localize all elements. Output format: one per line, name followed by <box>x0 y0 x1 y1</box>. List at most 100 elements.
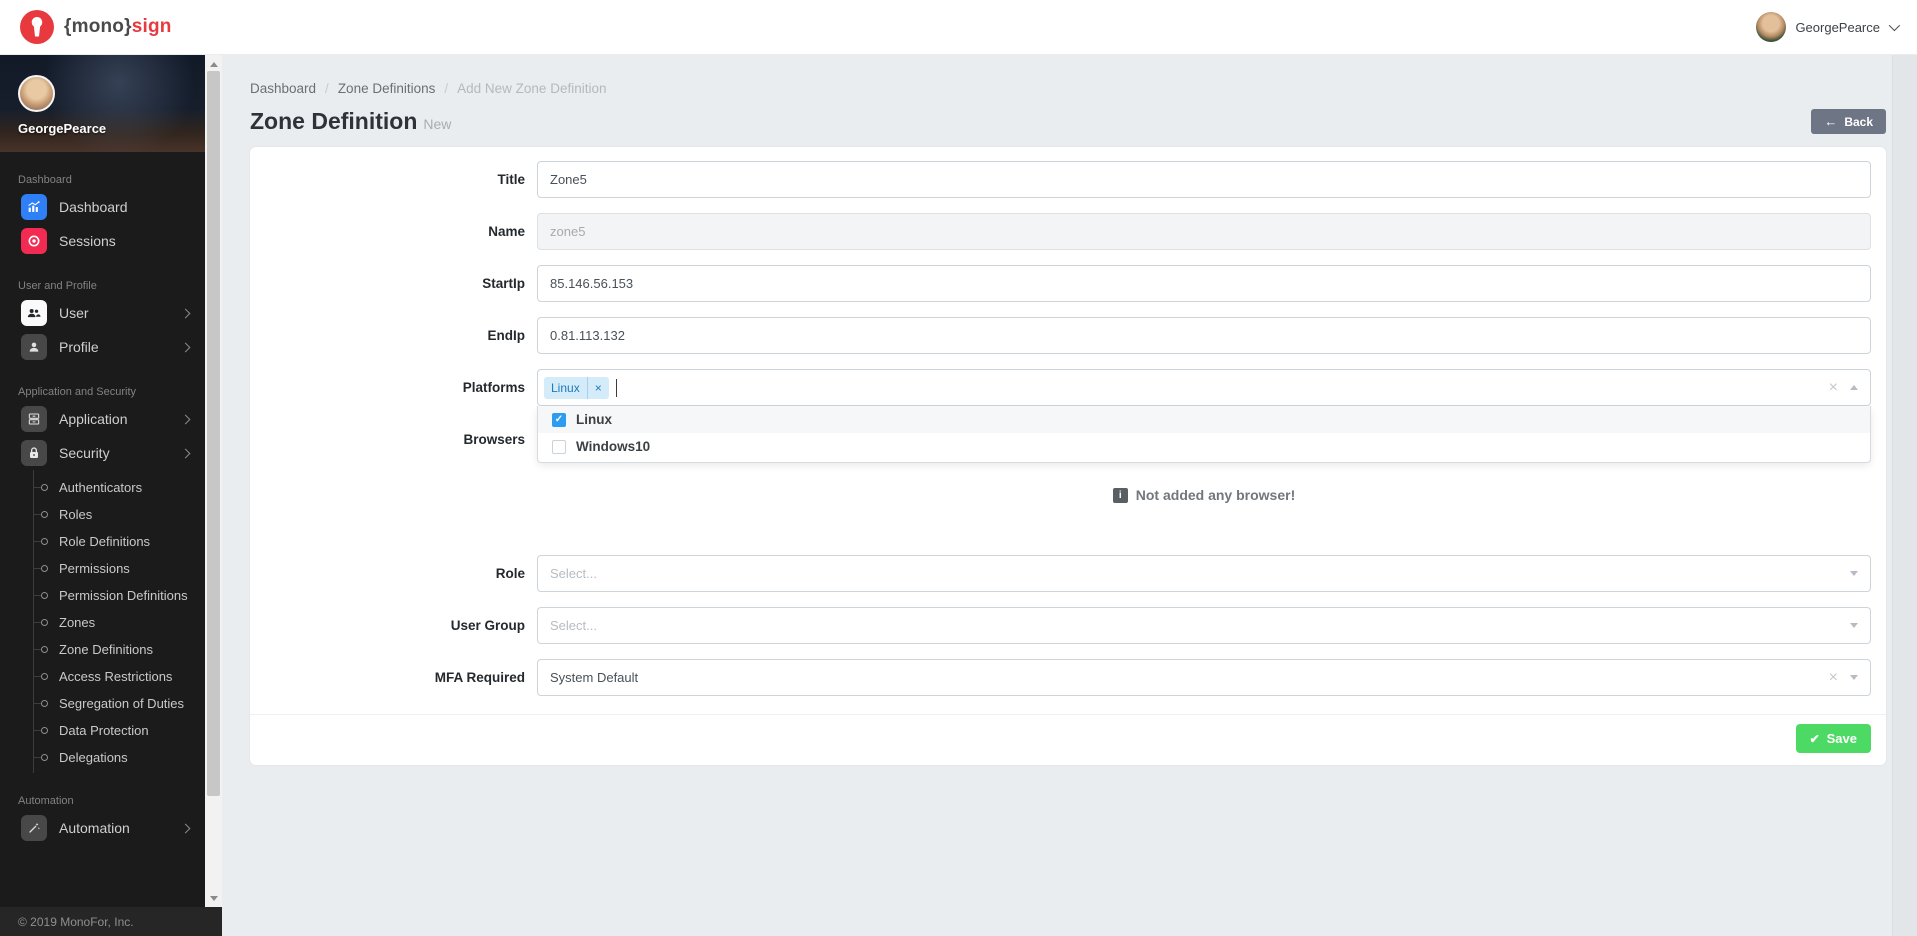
sidebar-item-automation[interactable]: Automation <box>0 811 205 845</box>
sidebar-item-label: User <box>59 305 182 321</box>
main-content: Dashboard Zone Definitions Add New Zone … <box>222 55 1892 936</box>
chevron-right-icon <box>181 823 191 833</box>
brand-sign: sign <box>132 16 172 37</box>
no-browser-message: Not added any browser! <box>1113 487 1295 503</box>
sidebar-item-security[interactable]: Security <box>0 436 205 470</box>
sidebar-item-permissions[interactable]: Permissions <box>34 555 205 582</box>
sidebar-item-authenticators[interactable]: Authenticators <box>34 474 205 501</box>
brand-mono: {mono} <box>64 16 132 37</box>
profile-name: GeorgePearce <box>18 121 205 136</box>
sessions-icon <box>21 228 47 254</box>
dashboard-icon <box>21 194 47 220</box>
chevron-right-icon <box>181 448 191 458</box>
sidebar-item-sessions[interactable]: Sessions <box>0 224 205 258</box>
checkbox-unchecked-icon[interactable] <box>552 440 566 454</box>
form-row-endip: EndIp <box>250 317 1886 354</box>
sidebar-item-zones[interactable]: Zones <box>34 609 205 636</box>
section-user-profile: User and Profile <box>18 280 205 292</box>
scroll-up-arrow-icon[interactable] <box>205 57 222 71</box>
role-label: Role <box>250 555 537 592</box>
brand-text: {mono}sign <box>64 16 172 38</box>
application-icon <box>21 406 47 432</box>
breadcrumb-dashboard[interactable]: Dashboard <box>250 81 316 96</box>
sidebar-item-application[interactable]: Application <box>0 402 205 436</box>
card-footer: Save <box>250 714 1886 765</box>
save-button[interactable]: Save <box>1796 724 1871 753</box>
sidebar-item-user[interactable]: User <box>0 296 205 330</box>
platform-tag-linux: Linux <box>544 377 609 399</box>
mfa-select[interactable]: System Default <box>537 659 1871 696</box>
no-browser-message-text: Not added any browser! <box>1136 487 1295 503</box>
startip-input[interactable] <box>537 265 1871 302</box>
save-button-label: Save <box>1827 731 1857 746</box>
sidebar-item-label: Profile <box>59 339 182 355</box>
breadcrumb-separator-icon <box>444 81 448 96</box>
role-select[interactable]: Select... <box>537 555 1871 592</box>
clear-icon[interactable] <box>1829 380 1838 396</box>
platforms-dropdown: Linux Windows10 <box>537 406 1871 463</box>
caret-down-icon <box>1850 571 1858 576</box>
user-group-select[interactable]: Select... <box>537 607 1871 644</box>
page-title-text: Zone Definition <box>250 108 417 134</box>
option-label: Windows10 <box>576 439 650 454</box>
scroll-down-arrow-icon[interactable] <box>205 891 222 905</box>
user-name: GeorgePearce <box>1795 20 1880 35</box>
form-row-user-group: User Group Select... <box>250 607 1886 644</box>
sidebar-item-label: Application <box>59 411 182 427</box>
title-input[interactable] <box>537 161 1871 198</box>
user-menu[interactable]: GeorgePearce <box>1756 12 1897 42</box>
profile-avatar <box>18 75 55 112</box>
caret-up-icon <box>1850 385 1858 390</box>
sidebar-item-label: Security <box>59 445 182 461</box>
breadcrumb-zone-definitions[interactable]: Zone Definitions <box>338 81 436 96</box>
clear-icon[interactable] <box>1829 670 1838 686</box>
breadcrumb-current: Add New Zone Definition <box>457 81 606 96</box>
chevron-right-icon <box>181 342 191 352</box>
back-arrow-icon <box>1824 114 1837 129</box>
section-automation: Automation <box>18 795 205 807</box>
checkbox-checked-icon[interactable] <box>552 413 566 427</box>
platforms-multiselect[interactable]: Linux <box>537 369 1871 406</box>
role-placeholder: Select... <box>550 566 597 581</box>
breadcrumb-separator-icon <box>325 81 329 96</box>
page-scrollbar[interactable] <box>1892 55 1917 936</box>
breadcrumb: Dashboard Zone Definitions Add New Zone … <box>250 81 1889 96</box>
startip-label: StartIp <box>250 265 537 302</box>
sidebar-item-label: Sessions <box>59 233 189 249</box>
form-row-startip: StartIp <box>250 265 1886 302</box>
sidebar-item-role-definitions[interactable]: Role Definitions <box>34 528 205 555</box>
endip-input[interactable] <box>537 317 1871 354</box>
option-label: Linux <box>576 412 612 427</box>
sidebar-scrollbar[interactable] <box>205 55 222 907</box>
automation-wand-icon <box>21 815 47 841</box>
back-button[interactable]: Back <box>1811 109 1886 134</box>
text-cursor <box>616 379 617 397</box>
sidebar-item-access-restrictions[interactable]: Access Restrictions <box>34 663 205 690</box>
platforms-option-linux[interactable]: Linux <box>538 406 1870 433</box>
name-label: Name <box>250 213 537 250</box>
title-row: Zone DefinitionNew Back <box>250 108 1889 135</box>
form-row-role: Role Select... <box>250 555 1886 592</box>
sidebar-scrollbar-thumb[interactable] <box>207 71 220 796</box>
sidebar-item-data-protection[interactable]: Data Protection <box>34 717 205 744</box>
sidebar-item-roles[interactable]: Roles <box>34 501 205 528</box>
profile-icon <box>21 334 47 360</box>
sidebar-item-permission-definitions[interactable]: Permission Definitions <box>34 582 205 609</box>
sidebar-footer: © 2019 MonoFor, Inc. <box>0 907 222 936</box>
sidebar-item-dashboard[interactable]: Dashboard <box>0 190 205 224</box>
platforms-option-windows10[interactable]: Windows10 <box>538 433 1870 460</box>
sidebar-item-segregation-of-duties[interactable]: Segregation of Duties <box>34 690 205 717</box>
chevron-right-icon <box>181 414 191 424</box>
sidebar-profile: GeorgePearce <box>0 55 205 152</box>
tag-remove-icon[interactable] <box>587 377 609 399</box>
user-group-label: User Group <box>250 607 537 644</box>
user-group-placeholder: Select... <box>550 618 597 633</box>
sidebar-item-delegations[interactable]: Delegations <box>34 744 205 771</box>
topbar: {mono}sign GeorgePearce <box>0 0 1917 55</box>
sidebar: GeorgePearce Dashboard Dashboard Session… <box>0 55 222 907</box>
sidebar-item-zone-definitions[interactable]: Zone Definitions <box>34 636 205 663</box>
sidebar-item-profile[interactable]: Profile <box>0 330 205 364</box>
brand-logo[interactable]: {mono}sign <box>20 10 172 44</box>
browsers-label: Browsers <box>250 421 537 458</box>
platform-tag-label: Linux <box>544 377 587 399</box>
